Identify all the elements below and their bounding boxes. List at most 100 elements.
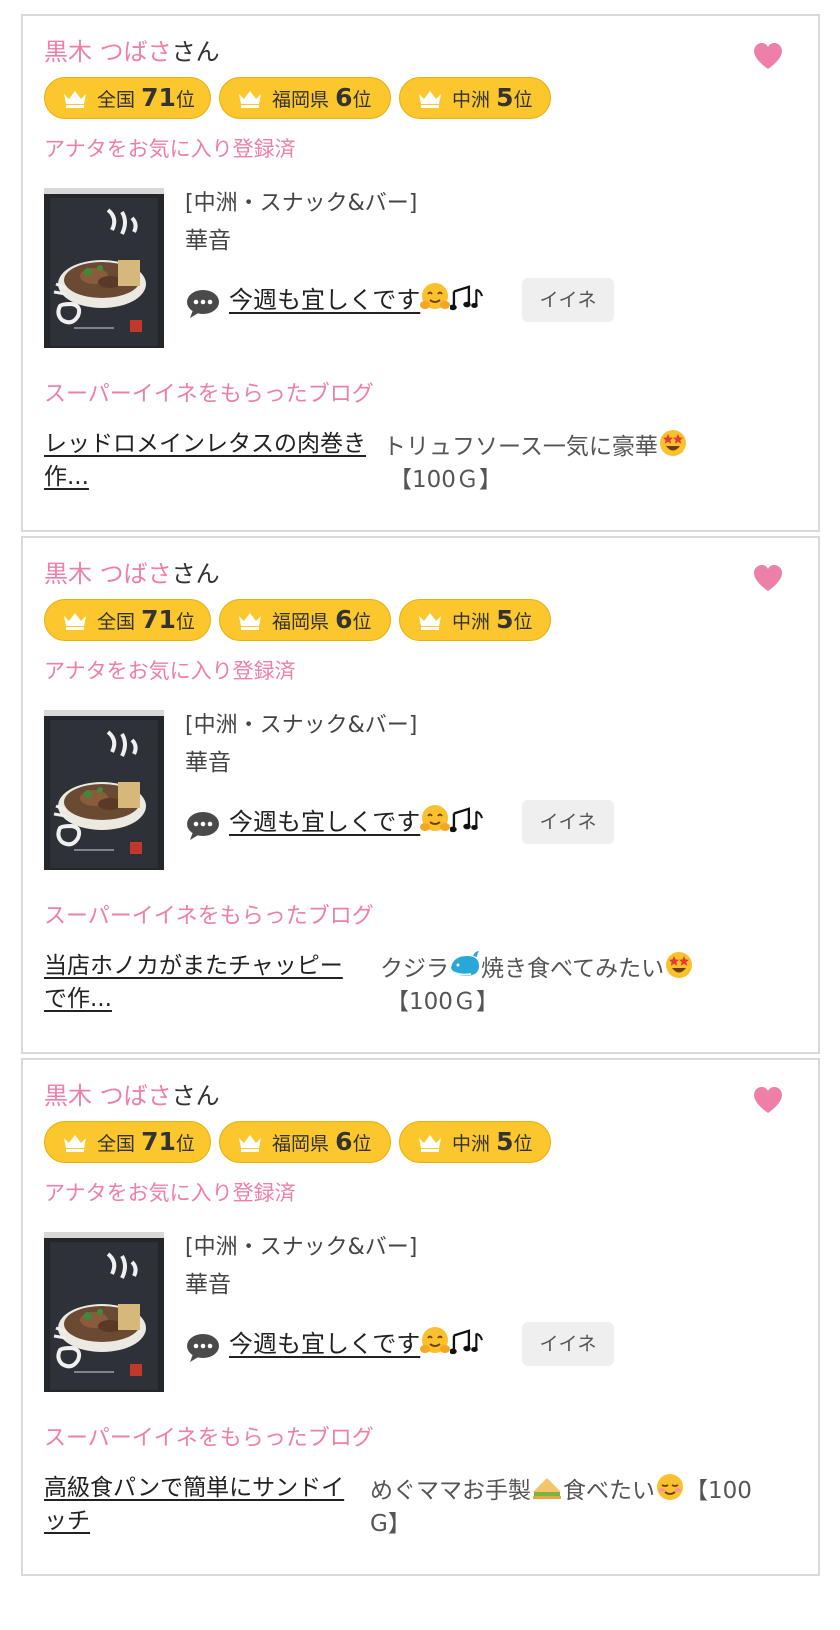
blog-excerpt-text: クジラ <box>380 956 449 982</box>
message-text: 今週も宜しくです <box>229 808 421 836</box>
badge-region: 中洲 <box>452 611 491 633</box>
blog-excerpt: めぐママお手製 食べたい 【100 G】 <box>370 1472 752 1541</box>
shop-category: [中洲・スナック&バー] <box>185 713 418 738</box>
blog-excerpt: トリュフソース一気に豪華 【100Ｇ】 <box>383 428 688 497</box>
rank-badge-prefecture[interactable]: 福岡県 6位 <box>219 77 391 119</box>
blog-title-line: 作... <box>44 464 89 490</box>
crown-icon <box>237 1133 263 1152</box>
badge-region: 全国 <box>97 89 136 111</box>
notification-card: 黒木 つばささん 全国 71位 福岡県 6位 中洲 5位 アナタをお気に入り登録… <box>21 1058 820 1576</box>
user-honorific: さん <box>171 560 220 588</box>
chat-bubble-icon <box>186 1333 220 1363</box>
badge-rank: 71 <box>141 83 176 112</box>
crown-icon <box>62 1133 88 1152</box>
blog-excerpt-text: めぐママお手製 <box>370 1478 531 1504</box>
user-honorific: さん <box>171 1082 220 1110</box>
message-link[interactable]: 今週も宜しくです <box>229 282 484 318</box>
badge-unit: 位 <box>352 89 372 111</box>
crown-icon <box>417 89 443 108</box>
badge-region: 福岡県 <box>272 89 330 111</box>
relieved-face-icon <box>655 1472 685 1502</box>
shop-category: [中洲・スナック&バー] <box>185 191 418 216</box>
shop-name[interactable]: 華音 <box>185 224 231 258</box>
star-struck-icon <box>658 428 688 458</box>
blog-excerpt-text: 食べたい <box>563 1478 655 1504</box>
notification-card: 黒木 つばささん 全国 71位 福岡県 6位 中洲 5位 アナタをお気に入り登録… <box>21 14 820 532</box>
hugging-face-icon <box>420 804 450 834</box>
user-name[interactable]: 黒木 つばさ <box>44 38 172 66</box>
heart-icon[interactable] <box>753 42 783 70</box>
badge-unit: 位 <box>175 89 195 111</box>
blog-section-heading: スーパーイイネをもらったブログ <box>44 382 374 407</box>
music-notes-icon <box>450 806 484 834</box>
heart-icon[interactable] <box>753 1086 783 1114</box>
blog-excerpt-price: G】 <box>370 1511 411 1537</box>
badge-unit: 位 <box>352 1133 372 1155</box>
blog-excerpt-price: 【100 <box>685 1478 752 1504</box>
heart-icon[interactable] <box>753 564 783 592</box>
badge-rank: 5 <box>496 83 514 112</box>
badge-unit: 位 <box>513 89 533 111</box>
user-name-row[interactable]: 黒木 つばささん <box>44 1080 220 1112</box>
badge-rank: 6 <box>335 1127 353 1156</box>
badge-rank: 6 <box>335 605 353 634</box>
rank-badge-area[interactable]: 中洲 5位 <box>399 599 551 641</box>
favorite-status: アナタをお気に入り登録済 <box>44 659 296 683</box>
crown-icon <box>62 89 88 108</box>
rank-badge-national[interactable]: 全国 71位 <box>44 1121 211 1163</box>
blog-title-line: 当店ホノカがまたチャッピー <box>44 953 343 979</box>
shop-photo[interactable] <box>44 188 164 348</box>
crown-icon <box>237 89 263 108</box>
badge-unit: 位 <box>513 611 533 633</box>
message-link[interactable]: 今週も宜しくです <box>229 1326 484 1362</box>
rank-badge-national[interactable]: 全国 71位 <box>44 599 211 641</box>
message-link[interactable]: 今週も宜しくです <box>229 804 484 840</box>
blog-title-link[interactable]: 高級食パンで簡単にサンドイ ッチ <box>44 1472 344 1538</box>
badge-rank: 6 <box>335 83 353 112</box>
like-button[interactable]: イイネ <box>522 278 614 322</box>
blog-excerpt: クジラ 焼き食べてみたい 【100Ｇ】 <box>380 950 694 1019</box>
blog-section-heading: スーパーイイネをもらったブログ <box>44 904 374 929</box>
blog-title-line: レッドロメインレタスの肉巻き <box>44 431 366 457</box>
blog-title-link[interactable]: 当店ホノカがまたチャッピー で作... <box>44 950 343 1016</box>
like-button[interactable]: イイネ <box>522 800 614 844</box>
rank-badge-national[interactable]: 全国 71位 <box>44 77 211 119</box>
blog-title-link[interactable]: レッドロメインレタスの肉巻き 作... <box>44 428 366 494</box>
badge-rank: 5 <box>496 605 514 634</box>
shop-name[interactable]: 華音 <box>185 746 231 780</box>
badge-region: 全国 <box>97 1133 136 1155</box>
chat-bubble-icon <box>186 811 220 841</box>
user-name-row[interactable]: 黒木 つばささん <box>44 36 220 68</box>
badge-region: 福岡県 <box>272 1133 330 1155</box>
badge-unit: 位 <box>175 1133 195 1155</box>
user-name[interactable]: 黒木 つばさ <box>44 560 172 588</box>
hugging-face-icon <box>420 1326 450 1356</box>
crown-icon <box>417 611 443 630</box>
user-name[interactable]: 黒木 つばさ <box>44 1082 172 1110</box>
notification-card: 黒木 つばささん 全国 71位 福岡県 6位 中洲 5位 アナタをお気に入り登録… <box>21 536 820 1054</box>
favorite-status: アナタをお気に入り登録済 <box>44 137 296 161</box>
user-honorific: さん <box>171 38 220 66</box>
badge-unit: 位 <box>513 1133 533 1155</box>
rank-badge-prefecture[interactable]: 福岡県 6位 <box>219 599 391 641</box>
badge-rank: 71 <box>141 1127 176 1156</box>
badge-region: 中洲 <box>452 89 491 111</box>
blog-section-heading: スーパーイイネをもらったブログ <box>44 1426 374 1451</box>
star-struck-icon <box>664 950 694 980</box>
crown-icon <box>417 1133 443 1152</box>
rank-badge-prefecture[interactable]: 福岡県 6位 <box>219 1121 391 1163</box>
rank-badge-area[interactable]: 中洲 5位 <box>399 77 551 119</box>
badge-region: 福岡県 <box>272 611 330 633</box>
shop-photo[interactable] <box>44 710 164 870</box>
shop-photo[interactable] <box>44 1232 164 1392</box>
blog-excerpt-text: トリュフソース一気に豪華 <box>383 434 658 460</box>
shop-name[interactable]: 華音 <box>185 1268 231 1302</box>
chat-bubble-icon <box>186 289 220 319</box>
sandwich-icon <box>531 1472 563 1502</box>
rank-badge-area[interactable]: 中洲 5位 <box>399 1121 551 1163</box>
blog-excerpt-text: 焼き食べてみたい <box>481 956 665 982</box>
user-name-row[interactable]: 黒木 つばささん <box>44 558 220 590</box>
crown-icon <box>237 611 263 630</box>
like-button[interactable]: イイネ <box>522 1322 614 1366</box>
badge-region: 全国 <box>97 611 136 633</box>
